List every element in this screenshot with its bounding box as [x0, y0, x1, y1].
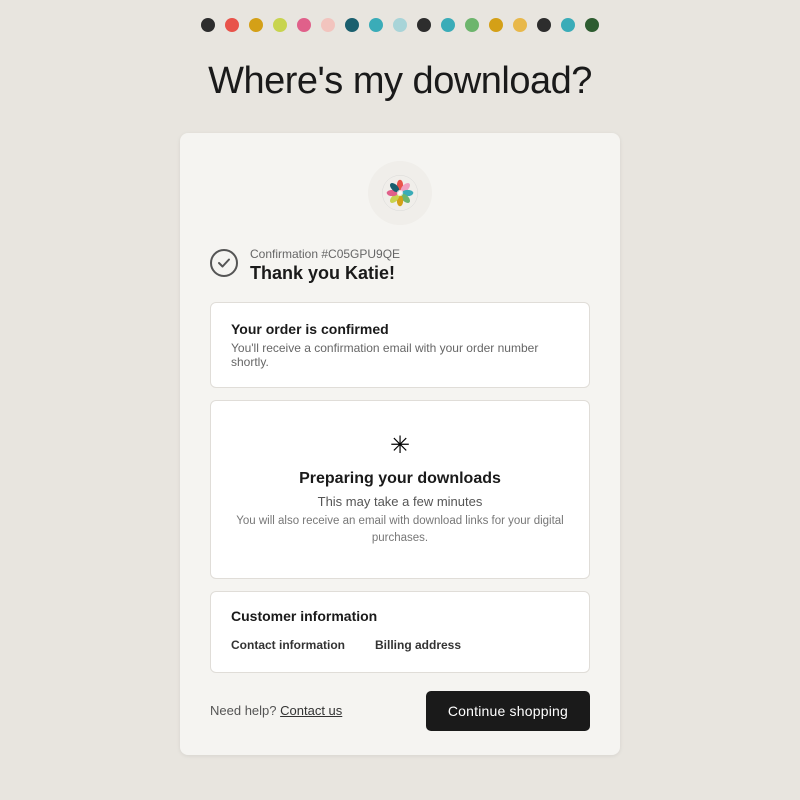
download-note: You will also receive an email with down…: [231, 513, 569, 548]
info-columns: Contact information Billing address: [231, 638, 569, 652]
decorative-dot: [201, 18, 215, 32]
decorative-dot: [465, 18, 479, 32]
decorative-dots-row: [0, 0, 800, 32]
order-confirmed-desc: You'll receive a confirmation email with…: [231, 341, 569, 369]
card-footer: Need help? Contact us Continue shopping: [210, 691, 590, 731]
brand-logo: [368, 161, 432, 225]
download-subtitle: This may take a few minutes: [231, 494, 569, 509]
confirmation-header: Confirmation #C05GPU9QE Thank you Katie!: [210, 247, 590, 284]
loading-spinner-icon: ✳: [231, 431, 569, 460]
decorative-dot: [297, 18, 311, 32]
continue-shopping-button[interactable]: Continue shopping: [426, 691, 590, 731]
contact-us-link[interactable]: Contact us: [280, 703, 342, 718]
decorative-dot: [393, 18, 407, 32]
page-title: Where's my download?: [0, 60, 800, 103]
decorative-dot: [249, 18, 263, 32]
decorative-dot: [561, 18, 575, 32]
customer-info-box: Customer information Contact information…: [210, 591, 590, 673]
downloads-box: ✳ Preparing your downloads This may take…: [210, 400, 590, 579]
need-help-text: Need help? Contact us: [210, 703, 342, 718]
contact-info-col: Contact information: [231, 638, 345, 652]
confirmation-number: Confirmation #C05GPU9QE: [250, 247, 400, 261]
contact-info-label: Contact information: [231, 638, 345, 652]
decorative-dot: [489, 18, 503, 32]
decorative-dot: [321, 18, 335, 32]
check-circle-icon: [210, 249, 238, 277]
decorative-dot: [417, 18, 431, 32]
need-help-label: Need help?: [210, 703, 280, 718]
decorative-dot: [369, 18, 383, 32]
decorative-dot: [441, 18, 455, 32]
decorative-dot: [345, 18, 359, 32]
decorative-dot: [585, 18, 599, 32]
order-confirmed-box: Your order is confirmed You'll receive a…: [210, 302, 590, 388]
logo-area: [210, 161, 590, 225]
decorative-dot: [513, 18, 527, 32]
confirmation-text: Confirmation #C05GPU9QE Thank you Katie!: [250, 247, 400, 284]
thank-you-message: Thank you Katie!: [250, 263, 400, 284]
decorative-dot: [273, 18, 287, 32]
billing-address-label: Billing address: [375, 638, 461, 652]
decorative-dot: [537, 18, 551, 32]
download-title: Preparing your downloads: [231, 470, 569, 488]
main-card: Confirmation #C05GPU9QE Thank you Katie!…: [180, 133, 620, 755]
billing-address-col: Billing address: [375, 638, 461, 652]
decorative-dot: [225, 18, 239, 32]
customer-info-title: Customer information: [231, 608, 569, 624]
order-confirmed-title: Your order is confirmed: [231, 321, 569, 337]
